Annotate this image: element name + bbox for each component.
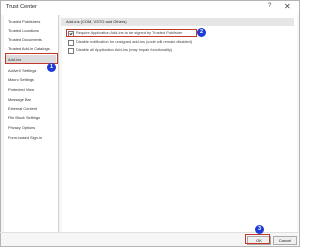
dialog-title: Trust Center: [6, 4, 37, 10]
sidebar-item-protected-view[interactable]: Protected View: [6, 85, 56, 94]
option-label: Disable notification for unsigned add-in…: [76, 39, 193, 44]
trust-center-dialog: Trust Center ? ✕ Trusted Publishers Trus…: [0, 0, 300, 247]
highlight-ok-button: [245, 234, 270, 244]
sidebar-item-privacy-options[interactable]: Privacy Options: [6, 123, 56, 132]
checkbox-disable-all-add-ins[interactable]: [68, 48, 74, 54]
sidebar-item-file-block-settings[interactable]: File Block Settings: [6, 113, 56, 122]
title-bar: Trust Center ? ✕: [1, 1, 299, 15]
checkbox-disable-notification[interactable]: [68, 40, 74, 46]
sidebar-item-external-content[interactable]: External Content: [6, 104, 56, 113]
highlight-require-signed-option: [66, 29, 197, 37]
close-icon[interactable]: ✕: [284, 2, 291, 11]
sidebar-item-trusted-publishers[interactable]: Trusted Publishers: [6, 17, 56, 26]
sidebar-item-message-bar[interactable]: Message Bar: [6, 95, 56, 104]
option-label: Disable all Application Add-ins (may imp…: [76, 47, 173, 52]
step-badge-2: 2: [197, 28, 206, 37]
sidebar-item-macro-settings[interactable]: Macro Settings: [6, 75, 56, 84]
sidebar-item-trusted-locations[interactable]: Trusted Locations: [6, 26, 56, 35]
cancel-button[interactable]: Cancel: [273, 236, 297, 245]
help-icon[interactable]: ?: [268, 3, 271, 9]
section-header: Add-ins (COM, VSTO and Others): [61, 18, 294, 26]
footer-divider: [0, 232, 298, 233]
step-badge-3: 3: [255, 225, 264, 234]
sidebar-item-form-based-sign-in[interactable]: Form-based Sign-in: [6, 133, 56, 142]
step-badge-1: 1: [47, 63, 56, 72]
sidebar-item-trusted-documents[interactable]: Trusted Documents: [6, 35, 56, 44]
sidebar-item-trusted-add-in-catalogs[interactable]: Trusted Add-in Catalogs: [6, 44, 56, 53]
sidebar: Trusted Publishers Trusted Locations Tru…: [4, 15, 59, 233]
